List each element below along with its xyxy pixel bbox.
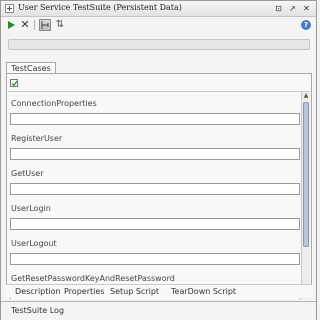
log-label[interactable]: TestSuite Log <box>11 306 64 315</box>
list-item: RegisterUser <box>8 127 302 160</box>
list-item: ConnectionProperties <box>8 92 302 125</box>
testcase-list: ConnectionProperties RegisterUser GetUse… <box>8 91 310 299</box>
bottom-tab-bar: Description Properties Setup Script Tear… <box>6 284 312 298</box>
scroll-up-icon[interactable]: ▲ <box>302 92 310 100</box>
scroll-thumb[interactable] <box>303 102 309 247</box>
detach-icon[interactable]: ↗ <box>288 4 297 13</box>
testcase-label[interactable]: ConnectionProperties <box>11 99 97 108</box>
play-icon[interactable] <box>5 19 17 31</box>
stop-icon[interactable]: ✕ <box>19 19 31 31</box>
list-item: GetUser <box>8 162 302 195</box>
list-item: UserLogout <box>8 232 302 265</box>
testcase-label[interactable]: UserLogin <box>11 204 51 213</box>
help-icon[interactable]: ? <box>301 20 311 30</box>
toolbar: ✕ ⇅ ? <box>1 17 316 33</box>
list-item: UserLogin <box>8 197 302 230</box>
testcases-panel: ConnectionProperties RegisterUser GetUse… <box>6 73 312 299</box>
tab-teardown-script[interactable]: TearDown Script <box>171 287 236 296</box>
plus-box-icon[interactable] <box>5 4 14 13</box>
testcase-progress-field <box>10 253 300 265</box>
testcase-progress-field <box>10 113 300 125</box>
testcase-label[interactable]: UserLogout <box>11 239 57 248</box>
toolbar-separator <box>34 20 35 30</box>
testcase-label[interactable]: RegisterUser <box>11 134 62 143</box>
close-icon[interactable]: ✕ <box>302 4 311 13</box>
testcase-label[interactable]: GetUser <box>11 169 44 178</box>
enable-checkbox-icon[interactable] <box>10 79 18 87</box>
tab-setup-script[interactable]: Setup Script <box>110 287 159 296</box>
progress-bar <box>8 39 310 50</box>
testcase-progress-field <box>10 183 300 195</box>
tab-properties[interactable]: Properties <box>64 287 104 296</box>
testcase-progress-field <box>10 148 300 160</box>
testsuite-log-bar[interactable]: TestSuite Log <box>1 301 316 320</box>
testsuite-window: User Service TestSuite (Persistent Data)… <box>0 0 317 320</box>
window-title: User Service TestSuite (Persistent Data) <box>18 3 182 12</box>
testcase-progress-field <box>10 218 300 230</box>
testcase-label[interactable]: GetResetPasswordKeyAndResetPassword <box>11 274 175 283</box>
parallel-toggle-button[interactable] <box>39 19 51 31</box>
vertical-scrollbar[interactable]: ▲ ▼ <box>301 92 310 299</box>
title-bar: User Service TestSuite (Persistent Data)… <box>1 1 316 17</box>
restore-icon[interactable]: ⊡ <box>274 4 283 13</box>
tab-description[interactable]: Description <box>15 287 61 296</box>
sort-icon[interactable]: ⇅ <box>54 19 66 31</box>
